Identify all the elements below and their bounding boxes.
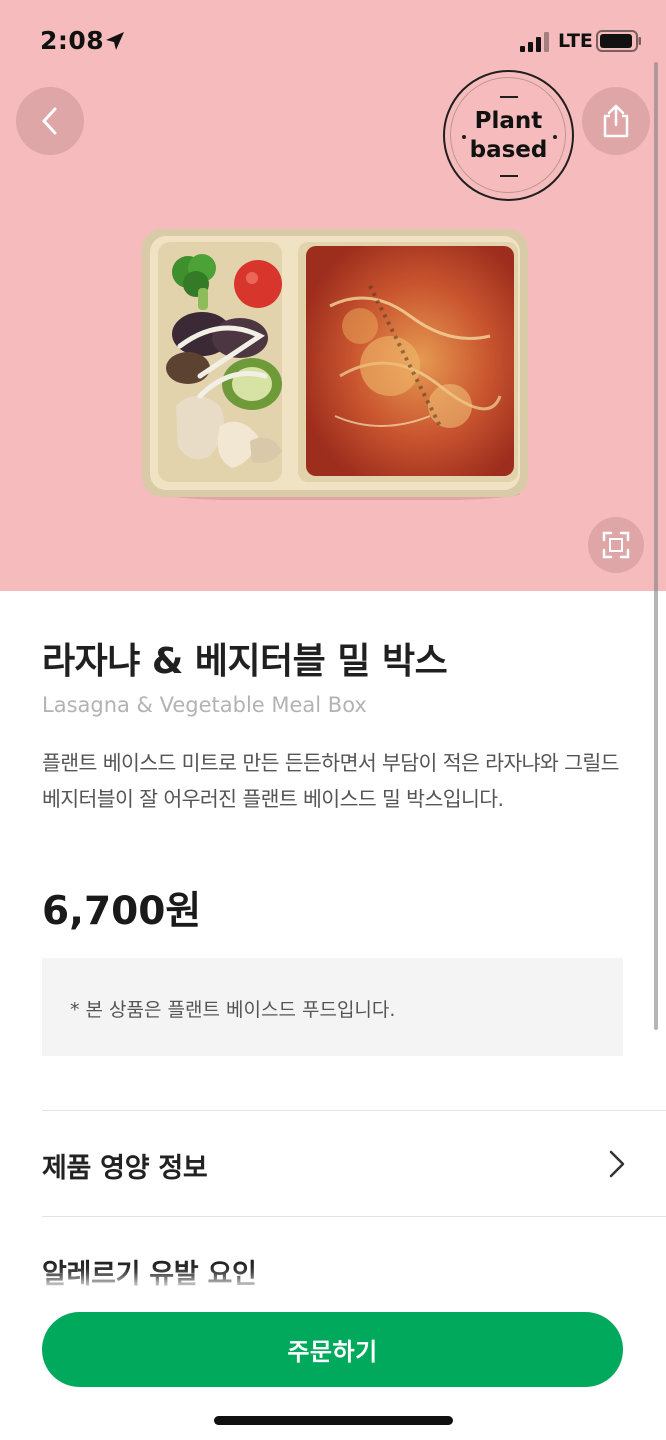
fullscreen-button[interactable]	[588, 517, 644, 573]
product-title: 라자냐 & 베지터블 밀 박스	[42, 641, 448, 682]
order-button[interactable]: 주문하기	[42, 1312, 623, 1387]
nutrition-info-row[interactable]: 제품 영양 정보	[0, 1111, 666, 1216]
product-price: 6,700원	[42, 889, 202, 934]
product-description: 플랜트 베이스드 미트로 만든 든든하면서 부담이 적은 라자냐와 그릴드 베지…	[42, 751, 619, 811]
home-indicator	[214, 1416, 453, 1425]
plant-based-badge: Plant based	[443, 70, 574, 201]
product-hero: 2:08 LTE Plant based	[0, 0, 666, 591]
scrollbar[interactable]	[654, 62, 658, 1030]
signal-icon	[520, 32, 549, 52]
network-label: LTE	[558, 30, 593, 52]
status-time: 2:08	[40, 26, 105, 55]
chevron-left-icon	[42, 107, 57, 135]
meal-box-image	[142, 229, 528, 500]
expand-icon	[602, 531, 630, 559]
back-button[interactable]	[16, 87, 84, 155]
order-button-label: 주문하기	[287, 1339, 378, 1366]
notice-text: * 본 상품은 플랜트 베이스드 푸드입니다.	[70, 999, 396, 1021]
nutrition-info-label: 제품 영양 정보	[42, 1153, 208, 1184]
share-icon	[603, 104, 629, 138]
badge-line-1: Plant	[474, 107, 543, 134]
location-arrow-icon	[106, 32, 124, 50]
bottom-order-bar: 주문하기	[0, 1287, 666, 1440]
chevron-right-icon	[609, 1150, 625, 1178]
status-bar: 2:08 LTE	[0, 0, 666, 82]
allergen-info-row[interactable]: 알레르기 유발 요인	[0, 1217, 666, 1290]
badge-line-2: based	[469, 136, 548, 163]
allergen-info-label: 알레르기 유발 요인	[42, 1259, 257, 1290]
battery-icon	[596, 30, 641, 52]
share-button[interactable]	[582, 87, 650, 155]
plant-based-notice: * 본 상품은 플랜트 베이스드 푸드입니다.	[42, 958, 623, 1056]
product-subtitle: Lasagna & Vegetable Meal Box	[42, 693, 367, 717]
